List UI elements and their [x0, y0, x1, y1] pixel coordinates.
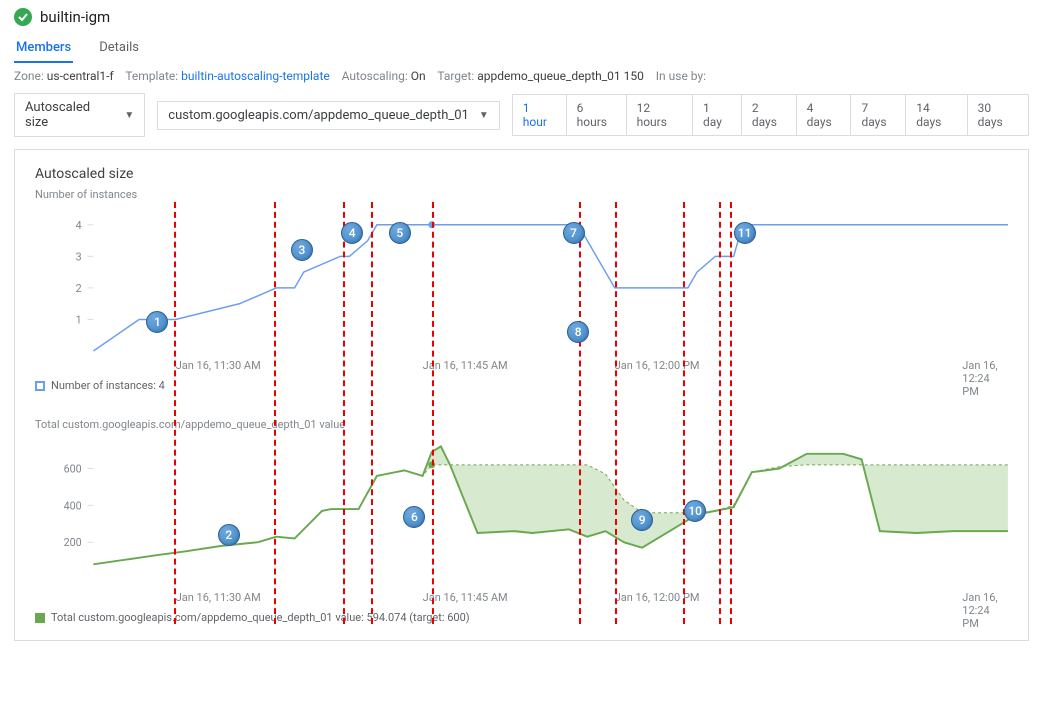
status-ok-icon [14, 8, 32, 26]
svg-text:200: 200 [64, 536, 82, 549]
zone-label: Zone: [14, 69, 44, 83]
source-dropdown[interactable]: custom.googleapis.com/appdemo_queue_dept… [157, 101, 499, 130]
x-tick: Jan 16, 12:24 PM [962, 359, 1008, 398]
svg-text:1: 1 [76, 313, 82, 326]
time-range-7-days[interactable]: 7 days [851, 95, 906, 135]
svg-text:600: 600 [64, 462, 82, 475]
svg-text:2: 2 [76, 282, 82, 295]
template-link[interactable]: builtin-autoscaling-template [181, 69, 330, 83]
zone-value: us-central1-f [47, 69, 114, 83]
time-range-1-day[interactable]: 1 day [693, 95, 742, 135]
time-range-30-days[interactable]: 30 days [968, 95, 1028, 135]
x-tick: Jan 16, 11:45 AM [423, 359, 508, 372]
time-range-12-hours[interactable]: 12 hours [627, 95, 693, 135]
svg-text:3: 3 [76, 250, 82, 263]
source-dropdown-label: custom.googleapis.com/appdemo_queue_dept… [168, 108, 469, 123]
time-range-14-days[interactable]: 14 days [906, 95, 967, 135]
svg-text:400: 400 [64, 499, 82, 512]
time-range-selector: 1 hour6 hours12 hours1 day2 days4 days7 … [512, 94, 1029, 136]
time-range-1-hour[interactable]: 1 hour [513, 95, 567, 135]
legend-swatch [35, 381, 45, 391]
meta-row: Zone: us-central1-f Template: builtin-au… [14, 69, 1029, 83]
target-value: appdemo_queue_depth_01 150 [477, 69, 644, 83]
legend-swatch [35, 613, 45, 623]
chart2-x-axis: Jan 16, 11:30 AM Jan 16, 11:45 AM Jan 16, … [35, 591, 1008, 605]
x-tick: Jan 16, 12:00 PM [615, 591, 700, 604]
svg-text:4: 4 [76, 219, 82, 232]
chart1-subtitle: Number of instances [35, 188, 1008, 201]
chart1-title: Autoscaled size [35, 166, 1008, 182]
chart1-area: 4 3 2 1 [35, 205, 1008, 355]
time-range-6-hours[interactable]: 6 hours [567, 95, 627, 135]
autoscaling-value: On [411, 69, 426, 83]
x-tick: Jan 16, 12:00 PM [615, 359, 700, 372]
metric-dropdown[interactable]: Autoscaled size ▼ [14, 93, 145, 137]
tab-members[interactable]: Members [14, 34, 73, 63]
chart2-legend-text: Total custom.googleapis.com/appdemo_queu… [51, 611, 470, 624]
x-tick: Jan 16, 11:30 AM [176, 591, 261, 604]
time-range-4-days[interactable]: 4 days [797, 95, 852, 135]
x-tick: Jan 16, 11:45 AM [423, 591, 508, 604]
chart2-title: Total custom.googleapis.com/appdemo_queu… [35, 418, 1008, 431]
tab-details[interactable]: Details [97, 34, 141, 63]
chart1-legend: Number of instances: 4 [35, 379, 1008, 392]
caret-down-icon: ▼ [479, 110, 489, 121]
time-range-2-days[interactable]: 2 days [742, 95, 797, 135]
autoscaling-label: Autoscaling: [342, 69, 408, 83]
page-title: builtin-igm [40, 8, 110, 26]
metric-dropdown-label: Autoscaled size [25, 100, 114, 130]
chart2-area: 600 400 200 [35, 437, 1008, 587]
x-tick: Jan 16, 12:24 PM [962, 591, 1008, 630]
target-label: Target: [437, 69, 474, 83]
chart2-legend: Total custom.googleapis.com/appdemo_queu… [35, 611, 1008, 624]
chart1-x-axis: Jan 16, 11:30 AM Jan 16, 11:45 AM Jan 16, … [35, 359, 1008, 373]
template-label: Template: [125, 69, 178, 83]
chart1-legend-text: Number of instances: 4 [51, 379, 165, 392]
chart-panel: Autoscaled size Number of instances 4 3 2 1… [14, 149, 1029, 641]
caret-down-icon: ▼ [124, 110, 134, 121]
x-tick: Jan 16, 11:30 AM [176, 359, 261, 372]
inuse-label: In use by: [656, 69, 706, 83]
